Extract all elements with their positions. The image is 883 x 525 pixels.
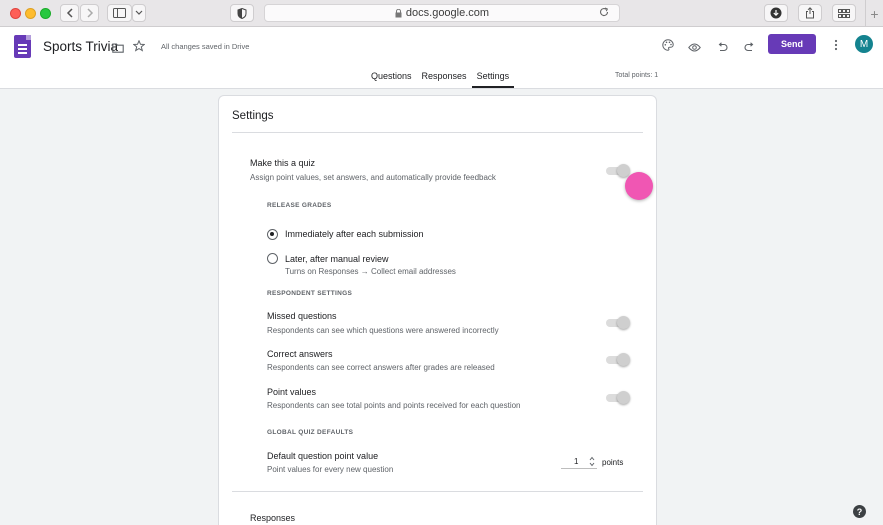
option-later-label[interactable]: Later, after manual review [285, 254, 389, 264]
sidebar-toggle-button[interactable] [107, 4, 132, 22]
default-point-description: Point values for every new question [267, 465, 394, 474]
option-immediately-label[interactable]: Immediately after each submission [285, 229, 424, 239]
release-grades-heading: RELEASE GRADES [267, 202, 332, 209]
star-button[interactable] [132, 39, 146, 57]
point-value[interactable]: 1 [574, 457, 578, 466]
default-point-label: Default question point value [267, 451, 379, 461]
reload-button[interactable] [599, 7, 613, 20]
point-values-toggle[interactable] [606, 391, 630, 404]
form-tabs: Questions Responses Settings [366, 71, 514, 88]
option-later-description: Turns on Responses → Collect email addre… [285, 267, 456, 276]
quiz-description: Assign point values, set answers, and au… [250, 173, 496, 182]
chevron-left-icon [66, 8, 73, 18]
redo-icon [744, 42, 754, 52]
tab-questions[interactable]: Questions [366, 71, 417, 88]
divider [232, 491, 643, 492]
forward-button[interactable] [80, 4, 99, 22]
privacy-report-button[interactable] [230, 4, 254, 22]
save-status: All changes saved in Drive [161, 42, 250, 51]
downloads-button[interactable] [764, 4, 788, 22]
url-text: docs.google.com [405, 7, 490, 19]
chevron-right-icon [86, 8, 93, 18]
tab-settings[interactable]: Settings [471, 71, 515, 88]
radio-later[interactable] [267, 253, 278, 264]
quiz-label: Make this a quiz [250, 158, 316, 168]
send-button[interactable]: Send [768, 34, 816, 54]
form-title[interactable]: Sports Trivia [43, 39, 118, 54]
quiz-toggle[interactable] [606, 164, 630, 177]
responses-section-title: Responses [250, 513, 296, 523]
radio-immediately[interactable] [267, 229, 278, 240]
address-bar[interactable]: docs.google.com [264, 4, 620, 22]
folder-icon [112, 43, 124, 53]
missed-questions-label: Missed questions [267, 311, 337, 321]
eye-icon [688, 43, 701, 52]
star-icon [132, 39, 146, 52]
preview-button[interactable] [688, 39, 701, 57]
sidebar-dropdown-button[interactable] [132, 4, 146, 22]
stepper-arrows-icon[interactable] [589, 456, 595, 467]
undo-icon [718, 42, 728, 52]
download-icon [770, 7, 782, 19]
total-points: Total points: 1 [615, 72, 659, 79]
cursor-indicator [625, 172, 653, 200]
move-to-folder-button[interactable] [112, 40, 124, 58]
palette-icon [662, 39, 674, 51]
grid-icon [838, 8, 850, 18]
sidebar-icon [113, 8, 126, 18]
minimize-window-button[interactable] [25, 8, 36, 19]
correct-answers-description: Respondents can see correct answers afte… [267, 363, 495, 372]
point-values-description: Respondents can see total points and poi… [267, 401, 521, 410]
tab-responses[interactable]: Responses [417, 71, 472, 88]
points-unit: points [602, 458, 624, 467]
forms-logo[interactable] [14, 35, 31, 58]
missed-questions-description: Respondents can see which questions were… [267, 326, 499, 335]
more-vert-icon [834, 39, 838, 51]
forms-header: Sports Trivia All changes saved in Drive… [0, 27, 883, 89]
missed-questions-toggle[interactable] [606, 316, 630, 329]
global-defaults-heading: GLOBAL QUIZ DEFAULTS [267, 429, 354, 436]
lock-icon [395, 8, 402, 17]
close-window-button[interactable] [10, 8, 21, 19]
new-tab-button[interactable]: + [865, 0, 883, 27]
share-icon [806, 7, 814, 19]
customize-theme-button[interactable] [662, 38, 674, 56]
undo-button[interactable] [717, 39, 728, 57]
settings-title: Settings [232, 110, 274, 122]
browser-toolbar: docs.google.com + [0, 0, 883, 27]
help-button[interactable]: ? [853, 505, 866, 518]
default-point-stepper[interactable]: 1 [561, 456, 597, 469]
correct-answers-label: Correct answers [267, 349, 333, 359]
redo-button[interactable] [744, 39, 755, 57]
chevron-down-icon [135, 10, 143, 15]
point-values-label: Point values [267, 387, 317, 397]
zoom-window-button[interactable] [40, 8, 51, 19]
respondent-settings-heading: RESPONDENT SETTINGS [267, 290, 353, 297]
tab-overview-button[interactable] [832, 4, 856, 22]
shield-icon [237, 7, 247, 19]
divider [232, 132, 643, 133]
more-options-button[interactable] [834, 38, 838, 56]
avatar[interactable]: M [855, 35, 873, 53]
correct-answers-toggle[interactable] [606, 353, 630, 366]
share-button[interactable] [798, 4, 822, 22]
back-button[interactable] [60, 4, 79, 22]
reload-icon [600, 7, 609, 17]
